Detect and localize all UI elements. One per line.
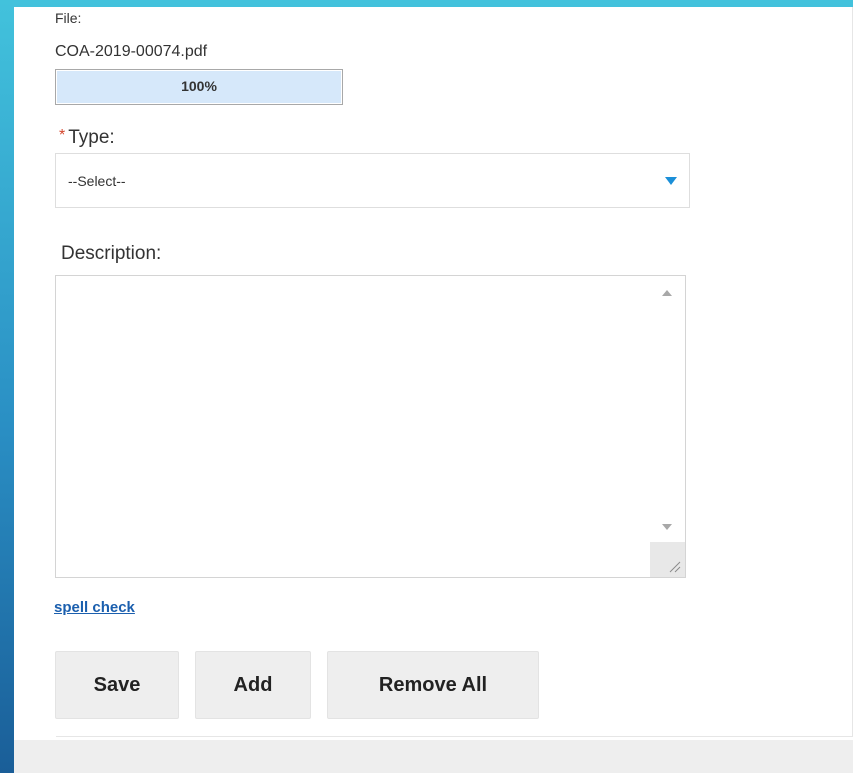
remove-all-button[interactable]: Remove All xyxy=(327,651,539,719)
type-select[interactable]: --Select-- xyxy=(55,153,690,208)
save-button[interactable]: Save xyxy=(55,651,179,719)
type-select-value: --Select-- xyxy=(68,173,126,189)
add-button[interactable]: Add xyxy=(195,651,311,719)
upload-progress-text: 100% xyxy=(181,78,217,94)
required-marker: * xyxy=(59,127,66,144)
footer-strip xyxy=(14,740,853,773)
description-textarea[interactable] xyxy=(56,276,650,577)
description-label: Description: xyxy=(61,243,162,264)
scroll-up-arrow-icon[interactable] xyxy=(662,290,672,296)
description-scrollbar[interactable] xyxy=(650,276,685,577)
type-label-text: Type: xyxy=(68,127,115,148)
upload-progress-bar: 100% xyxy=(55,69,343,105)
file-label: File: xyxy=(55,10,82,26)
resize-grip-icon[interactable] xyxy=(650,542,685,577)
file-name: COA-2019-00074.pdf xyxy=(55,43,208,60)
spell-check-link[interactable]: spell check xyxy=(54,599,135,616)
description-textarea-container xyxy=(55,275,686,578)
chevron-down-icon xyxy=(665,177,677,185)
scroll-down-arrow-icon[interactable] xyxy=(662,524,672,530)
attachment-panel: File: COA-2019-00074.pdf 100% * Type: --S… xyxy=(14,7,853,773)
type-label: * Type: xyxy=(59,127,115,149)
